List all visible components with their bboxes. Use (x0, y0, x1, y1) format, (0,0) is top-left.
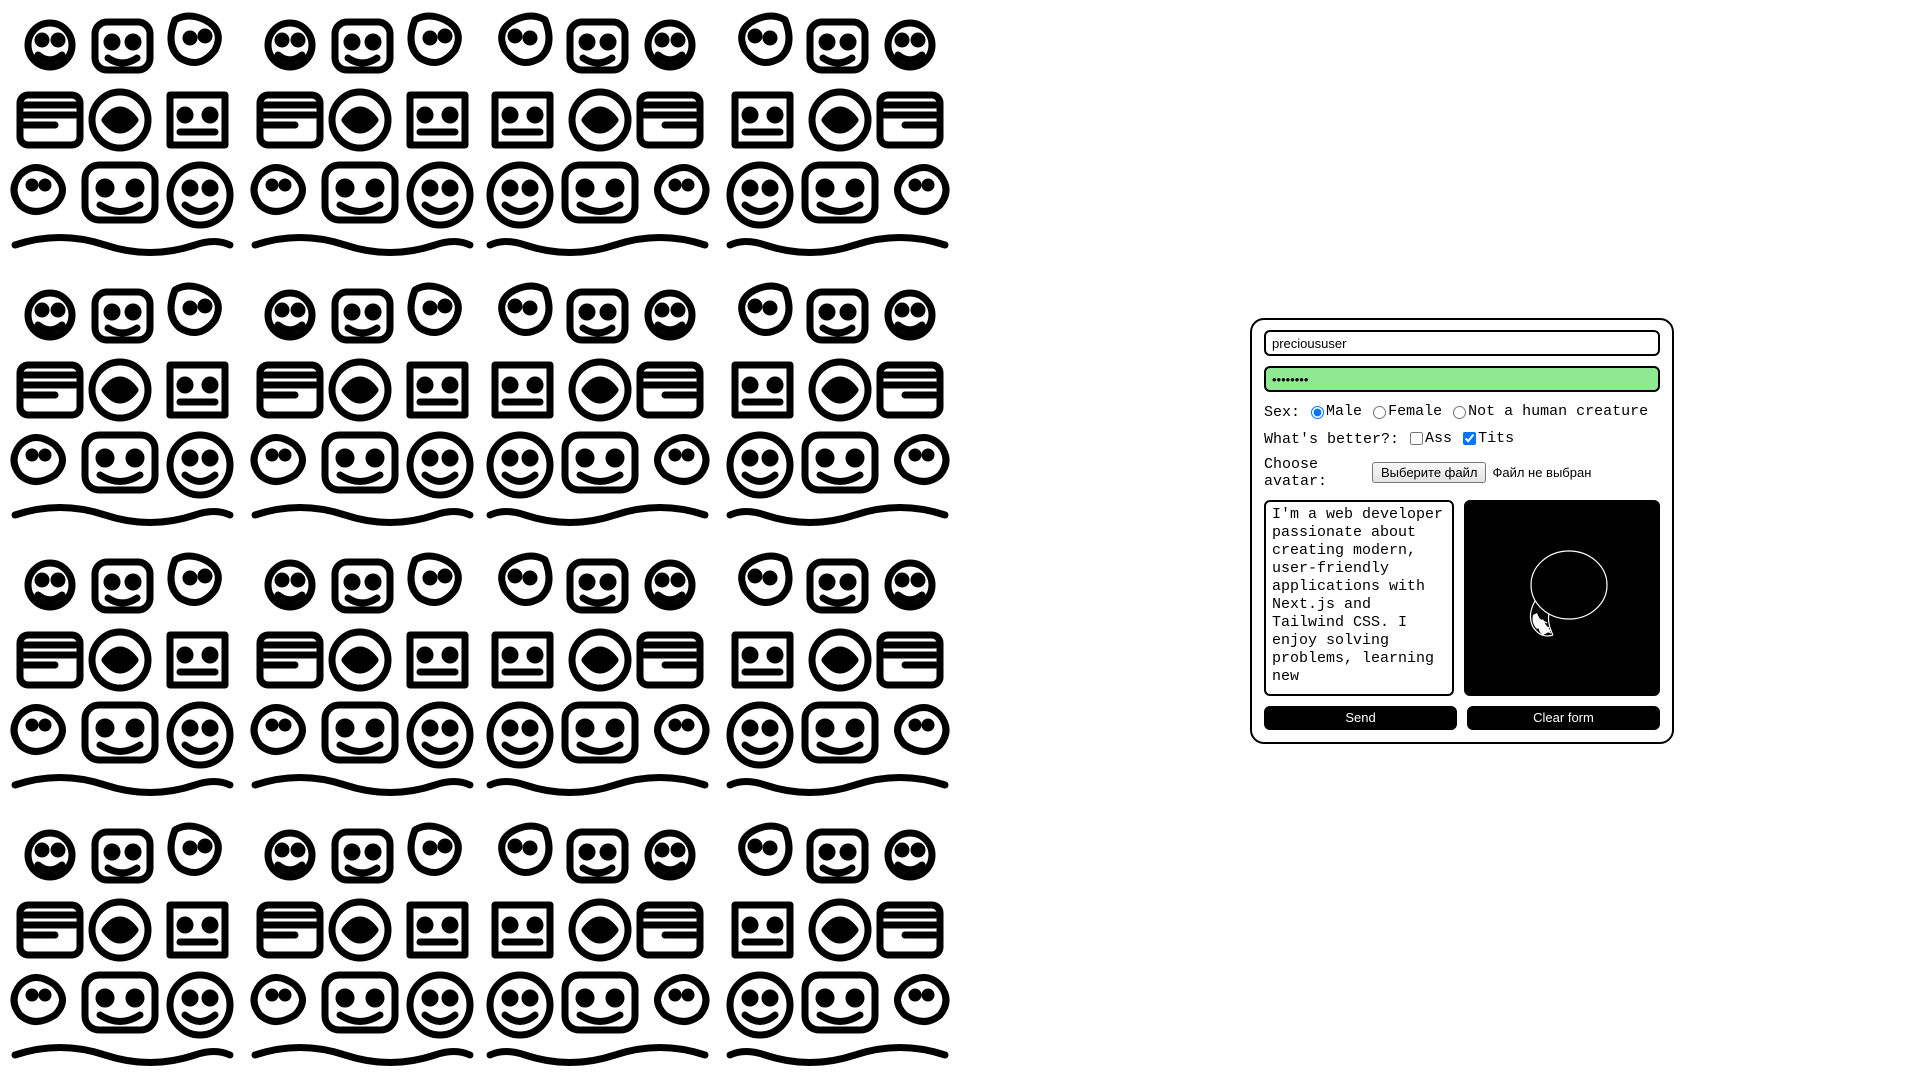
better-checkbox-2[interactable] (1463, 432, 1476, 445)
avatar-label: Choose avatar: (1264, 456, 1356, 490)
password-input[interactable] (1264, 366, 1660, 392)
sex-radio-group: Sex: Male Female Not a human creature (1264, 402, 1660, 423)
decorative-doodle-panel (0, 0, 960, 1080)
file-status-text: Файл не выбран (1492, 465, 1591, 480)
better-option-1[interactable]: Ass (1425, 430, 1452, 447)
better-option-2[interactable]: Tits (1478, 430, 1514, 447)
file-choose-button[interactable]: Выберите файл (1372, 462, 1486, 483)
sex-option-male[interactable]: Male (1326, 403, 1362, 420)
sex-radio-female[interactable] (1373, 406, 1386, 419)
sex-radio-other[interactable] (1453, 406, 1466, 419)
better-label: What's better?: (1264, 431, 1399, 448)
skull-icon (1487, 523, 1637, 673)
clear-form-button[interactable]: Clear form (1467, 706, 1660, 730)
avatar-preview (1464, 500, 1660, 696)
sex-option-female[interactable]: Female (1388, 403, 1442, 420)
username-input[interactable] (1264, 330, 1660, 356)
form-panel: Sex: Male Female Not a human creature Wh… (960, 0, 1920, 1080)
doodle-art-icon (0, 0, 960, 1080)
sex-radio-male[interactable] (1311, 406, 1324, 419)
profile-form: Sex: Male Female Not a human creature Wh… (1250, 318, 1674, 744)
avatar-row: Choose avatar: Выберите файл Файл не выб… (1264, 456, 1660, 490)
send-button[interactable]: Send (1264, 706, 1457, 730)
better-checkbox-1[interactable] (1410, 432, 1423, 445)
sex-label: Sex: (1264, 404, 1300, 421)
sex-option-other[interactable]: Not a human creature (1468, 403, 1648, 420)
bio-textarea[interactable] (1264, 500, 1454, 696)
better-checkbox-group: What's better?: Ass Tits (1264, 429, 1660, 450)
